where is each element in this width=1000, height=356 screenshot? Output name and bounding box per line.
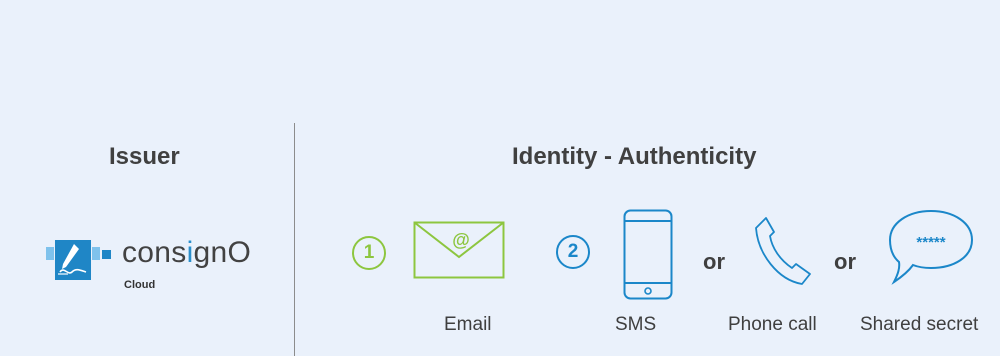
or-separator-2: or <box>834 249 856 274</box>
smartphone-icon <box>623 209 673 300</box>
brand-prefix: cons <box>122 236 187 269</box>
identity-heading: Identity - Authenticity <box>512 143 757 170</box>
step-1-badge: 1 <box>352 236 386 270</box>
caption-email: Email <box>444 314 492 335</box>
email-at-sign: @ <box>452 230 470 250</box>
brand-accent: i <box>186 236 194 269</box>
secret-mask-text: ***** <box>916 234 945 251</box>
issuer-heading: Issuer <box>109 143 180 170</box>
brand-subtitle: Cloud <box>124 279 156 291</box>
brand-suffix: gnO <box>193 236 252 269</box>
phone-handset-icon <box>755 217 811 285</box>
step-2-badge: 2 <box>556 235 590 269</box>
caption-secret: Shared secret <box>860 314 979 335</box>
column-divider <box>294 123 295 356</box>
signature-logo-icon <box>46 240 111 280</box>
email-envelope-icon: @ <box>413 221 505 279</box>
caption-sms: SMS <box>615 314 657 335</box>
or-separator-1: or <box>703 249 725 274</box>
caption-phone: Phone call <box>728 314 817 335</box>
speech-bubble-icon: ***** <box>888 209 974 285</box>
brand-name: consignO <box>122 236 251 270</box>
